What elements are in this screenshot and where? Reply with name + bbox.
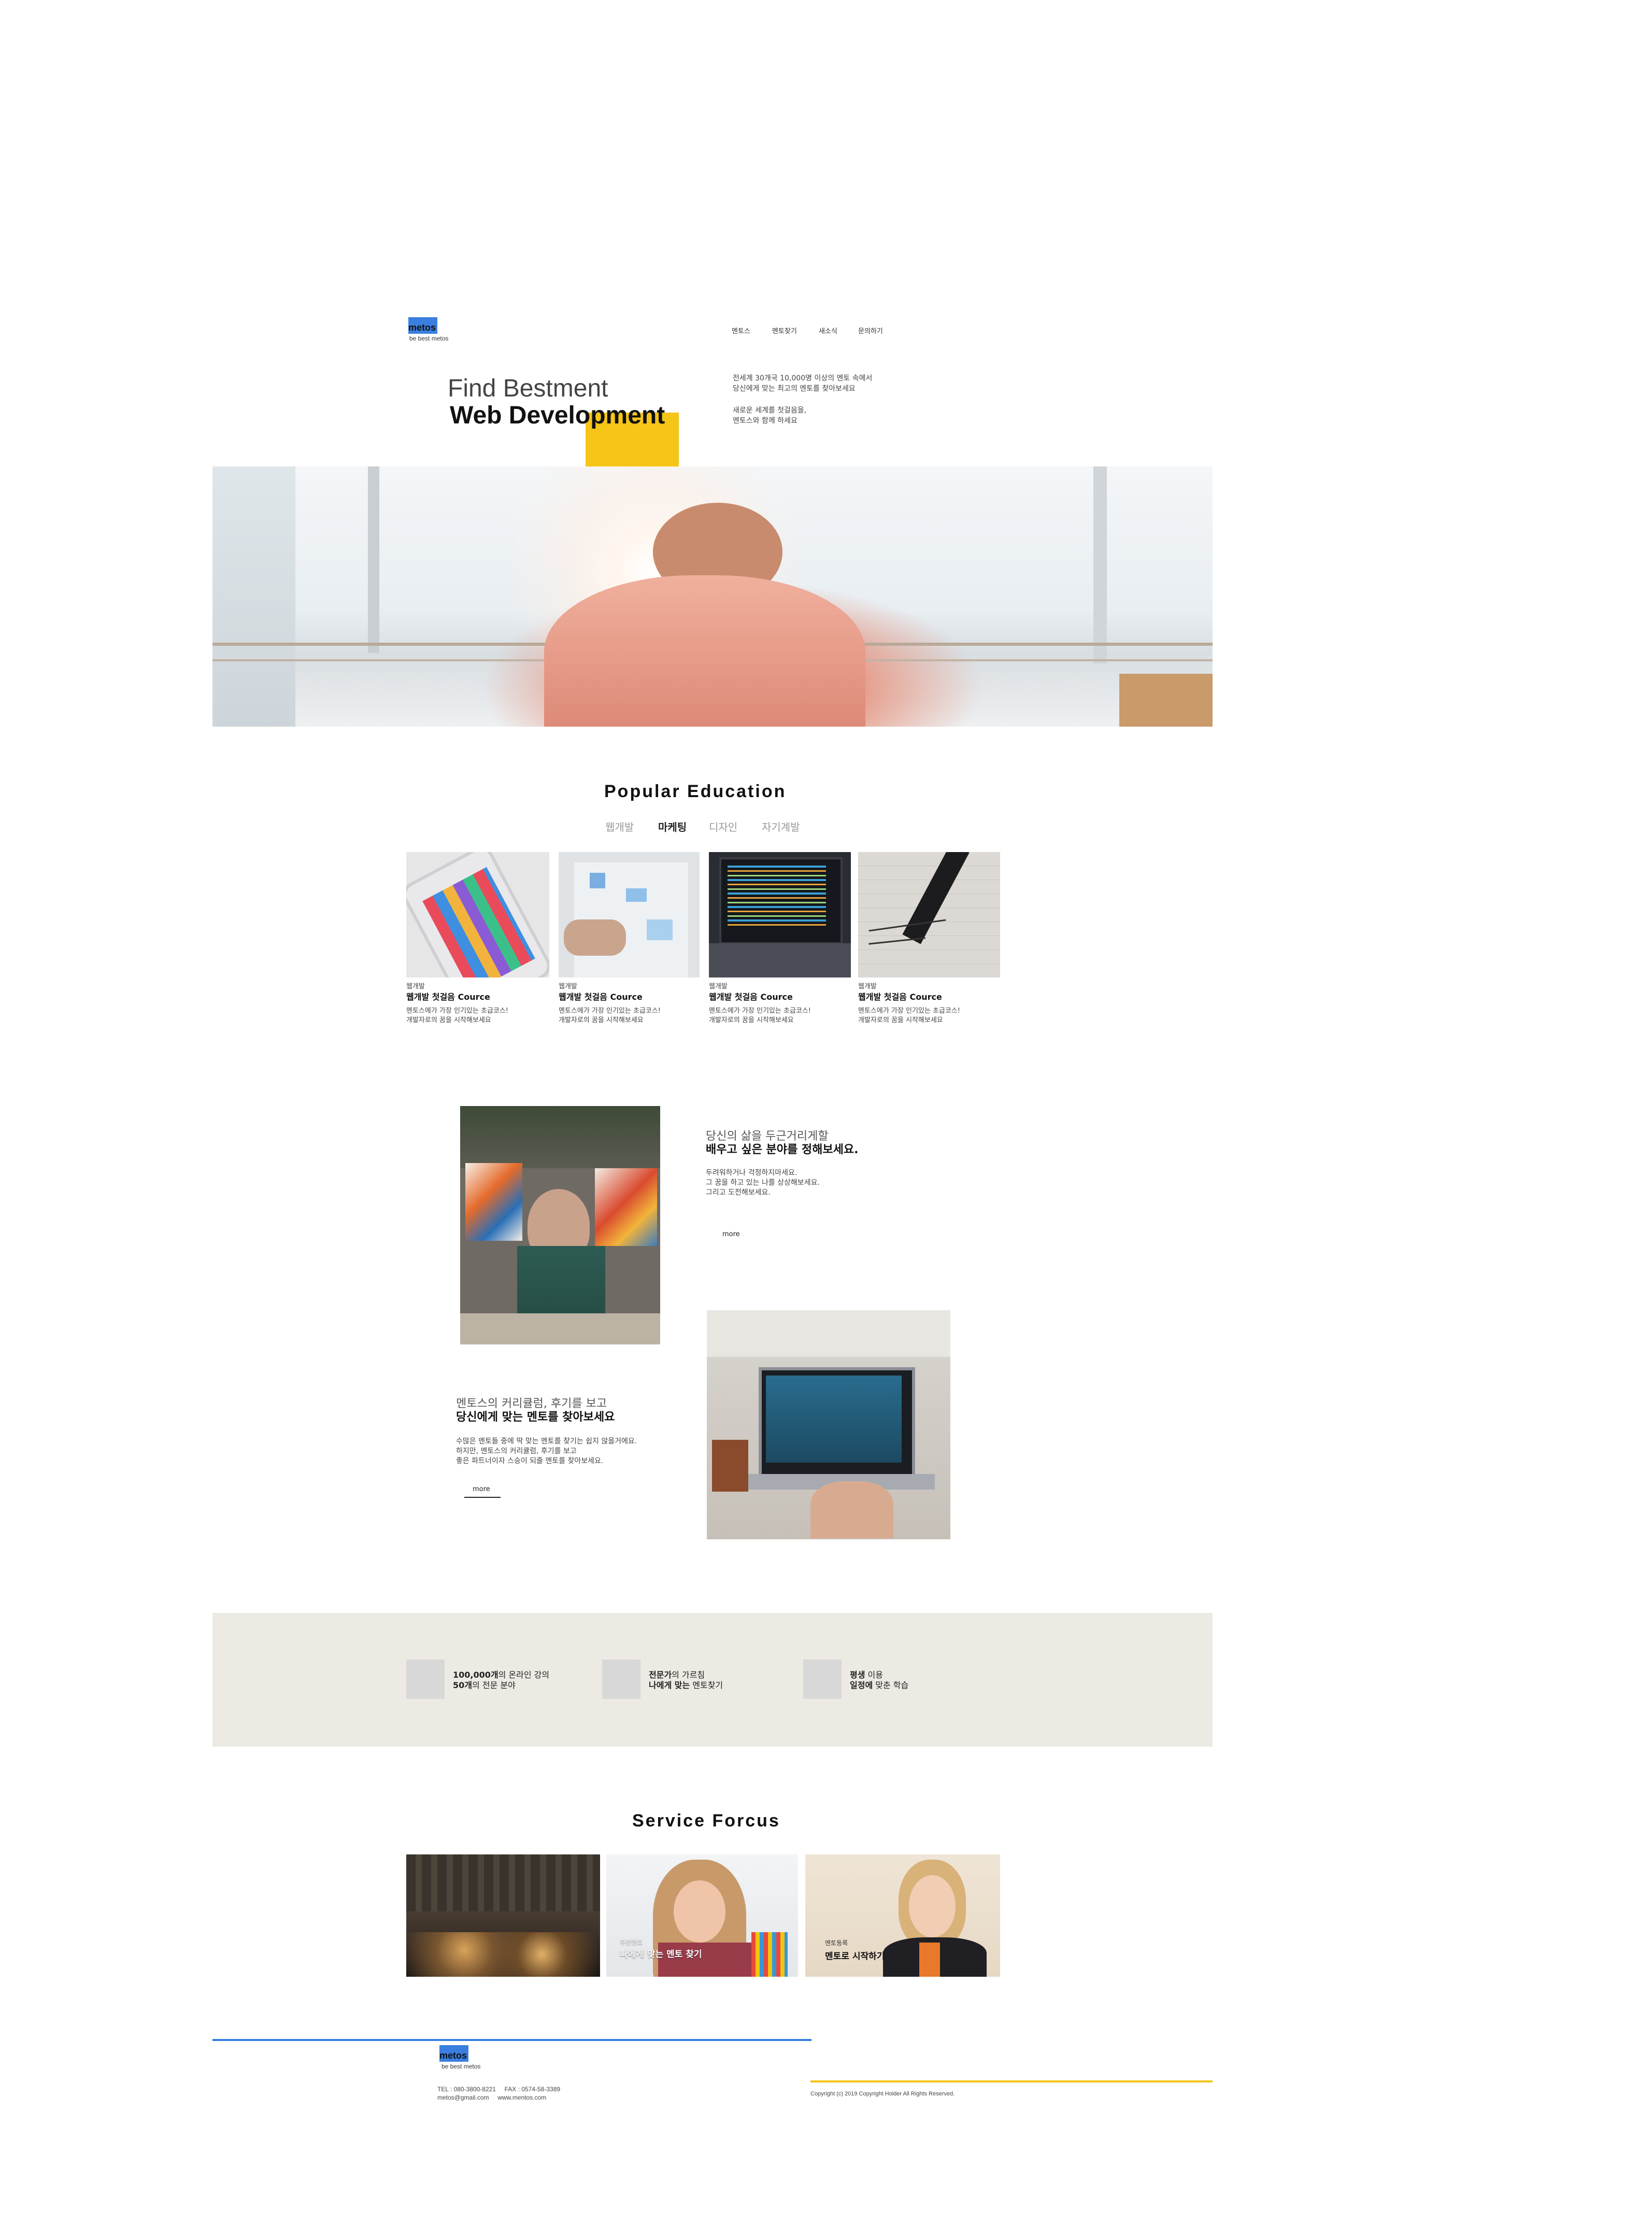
laptop-photo — [707, 1310, 950, 1539]
nav-item-find-mentor[interactable]: 멘토찾기 — [772, 325, 797, 335]
course-desc: 멘토스에가 가장 인기있는 초급코스! 개발자로의 꿈을 시작해보세요 — [709, 1007, 811, 1025]
footer-copyright: Copyright (c) 2019 Copyright Holder All … — [810, 2091, 955, 2097]
stat-rest: 의 온라인 강의 — [498, 1670, 550, 1680]
feature2-more-underline — [464, 1497, 501, 1498]
course-desc: 멘토스에가 가장 인기있는 초급코스! 개발자로의 꿈을 시작해보세요 — [858, 1007, 960, 1025]
stat-rest: 의 전문 분야 — [472, 1680, 516, 1690]
course-desc-line: 멘토스에가 가장 인기있는 초급코스! — [406, 1007, 509, 1015]
service-card-concert[interactable] — [406, 1854, 600, 1977]
feature1-body-line: 그 꿈을 하고 있는 나를 상상해보세요. — [706, 1179, 820, 1187]
course-category: 웹개발 — [858, 983, 877, 990]
feature1-heading: 배우고 싶은 분야를 정해보세요. — [706, 1143, 859, 1156]
stat-bold: 전문가 — [649, 1670, 672, 1680]
hero-title-light: Find Bestment — [448, 375, 608, 402]
course-desc-line: 멘토스에가 가장 인기있는 초급코스! — [858, 1007, 961, 1015]
stat-bold: 평생 — [850, 1670, 865, 1680]
nav-item-mentos[interactable]: 멘토스 — [732, 325, 750, 335]
nav-item-news[interactable]: 새소식 — [819, 325, 837, 335]
stat-bold: 100,000개 — [453, 1670, 499, 1680]
feature2-body: 수많은 멘토들 중에 딱 맞는 멘토를 찾기는 쉽지 않을거에요. 하지만, 멘… — [456, 1437, 637, 1466]
artist-photo — [460, 1106, 660, 1344]
stat-icon — [602, 1660, 640, 1699]
hero-intro-line: 멘토스와 함께 하세요 — [733, 417, 797, 425]
service-card-label[interactable]: 멘토로 시작하기 — [825, 1949, 885, 1962]
footer-contact-phone: TEL : 080-3800-8221 FAX : 0574-58-3389 — [437, 2086, 561, 2093]
service-card-small-label: 추천멘토 — [620, 1938, 643, 1946]
popular-title: Popular Education — [604, 782, 787, 801]
hero-title-bold: Web Development — [450, 402, 665, 429]
feature2-heading: 당신에게 맞는 멘토를 찾아보세요 — [456, 1411, 615, 1424]
tab-web-dev[interactable]: 웹개발 — [605, 819, 634, 834]
hero-image — [212, 466, 1213, 727]
feature1-more-link[interactable]: more — [722, 1230, 740, 1240]
course-desc-line: 개발자로의 꿈을 시작해보세요 — [406, 1016, 491, 1024]
course-desc-line: 개발자로의 꿈을 시작해보세요 — [709, 1016, 794, 1024]
feature2-more-link[interactable]: more — [473, 1485, 492, 1495]
course-category: 웹개발 — [559, 983, 577, 990]
stat-icon — [803, 1660, 842, 1699]
tab-design[interactable]: 디자인 — [709, 819, 737, 834]
course-desc-line: 개발자로의 꿈을 시작해보세요 — [559, 1016, 644, 1024]
stat-bold: 나에게 맞는 — [649, 1680, 690, 1690]
logo-text[interactable]: metos — [408, 322, 436, 333]
hero-intro-line: 전세계 30개국 10,000명 이상의 멘토 속에서 — [733, 374, 873, 382]
hero-intro-line: 새로운 세계를 첫걸음을, — [733, 406, 807, 415]
stat-rest: 의 가르침 — [672, 1670, 705, 1680]
stat-bold: 일정에 — [850, 1680, 873, 1690]
footer-logo-text[interactable]: metos — [439, 2050, 467, 2061]
course-title[interactable]: 웹개발 첫걸음 Cource — [406, 990, 490, 1002]
feature2-body-line: 수많은 멘토들 중에 딱 맞는 멘토를 찾기는 쉽지 않을거에요. — [456, 1437, 637, 1446]
stat-text: 100,000개의 온라인 강의 50개의 전문 분야 — [453, 1670, 549, 1691]
nav-item-contact[interactable]: 문의하기 — [858, 325, 883, 335]
service-card-small-label: 멘토등록 — [825, 1939, 848, 1947]
feature2-body-line: 좋은 파트너이자 스승이 되줄 멘토를 찾아보세요. — [456, 1457, 604, 1465]
logo-tagline: be best metos — [409, 335, 449, 342]
feature2-body-line: 하지만, 멘토스의 커리큘럼, 후기를 보고 — [456, 1447, 577, 1455]
stat-bold: 50개 — [453, 1680, 472, 1690]
service-title: Service Forcus — [632, 1811, 780, 1831]
tab-marketing[interactable]: 마케팅 — [658, 819, 687, 834]
course-title[interactable]: 웹개발 첫걸음 Cource — [858, 990, 942, 1002]
course-desc-line: 멘토스에가 가장 인기있는 초급코스! — [709, 1007, 811, 1015]
feature1-body-line: 두려워하거나 걱정하지마세요. — [706, 1169, 797, 1177]
footer-yellow-line — [810, 2080, 1213, 2082]
course-card-image[interactable] — [406, 852, 549, 977]
stat-rest: 이용 — [865, 1670, 883, 1680]
course-card-image[interactable] — [858, 852, 1000, 977]
stat-rest: 맞춘 학습 — [873, 1680, 909, 1690]
feature1-body-line: 그리고 도전해보세요. — [706, 1188, 771, 1197]
footer-blue-line — [212, 2039, 811, 2041]
stat-icon — [406, 1660, 445, 1699]
hero-intro-line: 당신에게 맞는 최고의 멘토를 찾아보세요 — [733, 385, 856, 393]
footer-logo-tagline: be best metos — [442, 2063, 481, 2070]
course-category: 웹개발 — [709, 983, 728, 990]
course-title[interactable]: 웹개발 첫걸음 Cource — [559, 990, 643, 1002]
feature1-body: 두려워하거나 걱정하지마세요. 그 꿈을 하고 있는 나를 상상해보세요. 그리… — [706, 1168, 820, 1198]
course-category: 웹개발 — [406, 983, 425, 990]
course-card-image[interactable] — [559, 852, 700, 977]
course-desc-line: 멘토스에가 가장 인기있는 초급코스! — [559, 1007, 661, 1015]
course-title[interactable]: 웹개발 첫걸음 Cource — [709, 990, 793, 1002]
course-desc: 멘토스에가 가장 인기있는 초급코스! 개발자로의 꿈을 시작해보세요 — [406, 1007, 508, 1025]
course-card-image[interactable] — [709, 852, 851, 977]
course-desc-line: 개발자로의 꿈을 시작해보세요 — [858, 1016, 943, 1024]
footer-contact-email: metos@gmail.com www.mentos.com — [437, 2094, 547, 2101]
stat-text: 전문가의 가르침 나에게 맞는 멘토찾기 — [649, 1670, 723, 1691]
stat-text: 평생 이용 일정에 맞춘 학습 — [850, 1670, 908, 1691]
service-card-label[interactable]: 나에게 맞는 멘토 찾기 — [620, 1947, 702, 1960]
hero-intro: 전세계 30개국 10,000명 이상의 멘토 속에서 당신에게 맞는 최고의 … — [733, 373, 872, 426]
course-desc: 멘토스에가 가장 인기있는 초급코스! 개발자로의 꿈을 시작해보세요 — [559, 1007, 661, 1025]
stat-rest: 멘토찾기 — [690, 1680, 723, 1690]
tab-self-dev[interactable]: 자기계발 — [762, 819, 800, 834]
